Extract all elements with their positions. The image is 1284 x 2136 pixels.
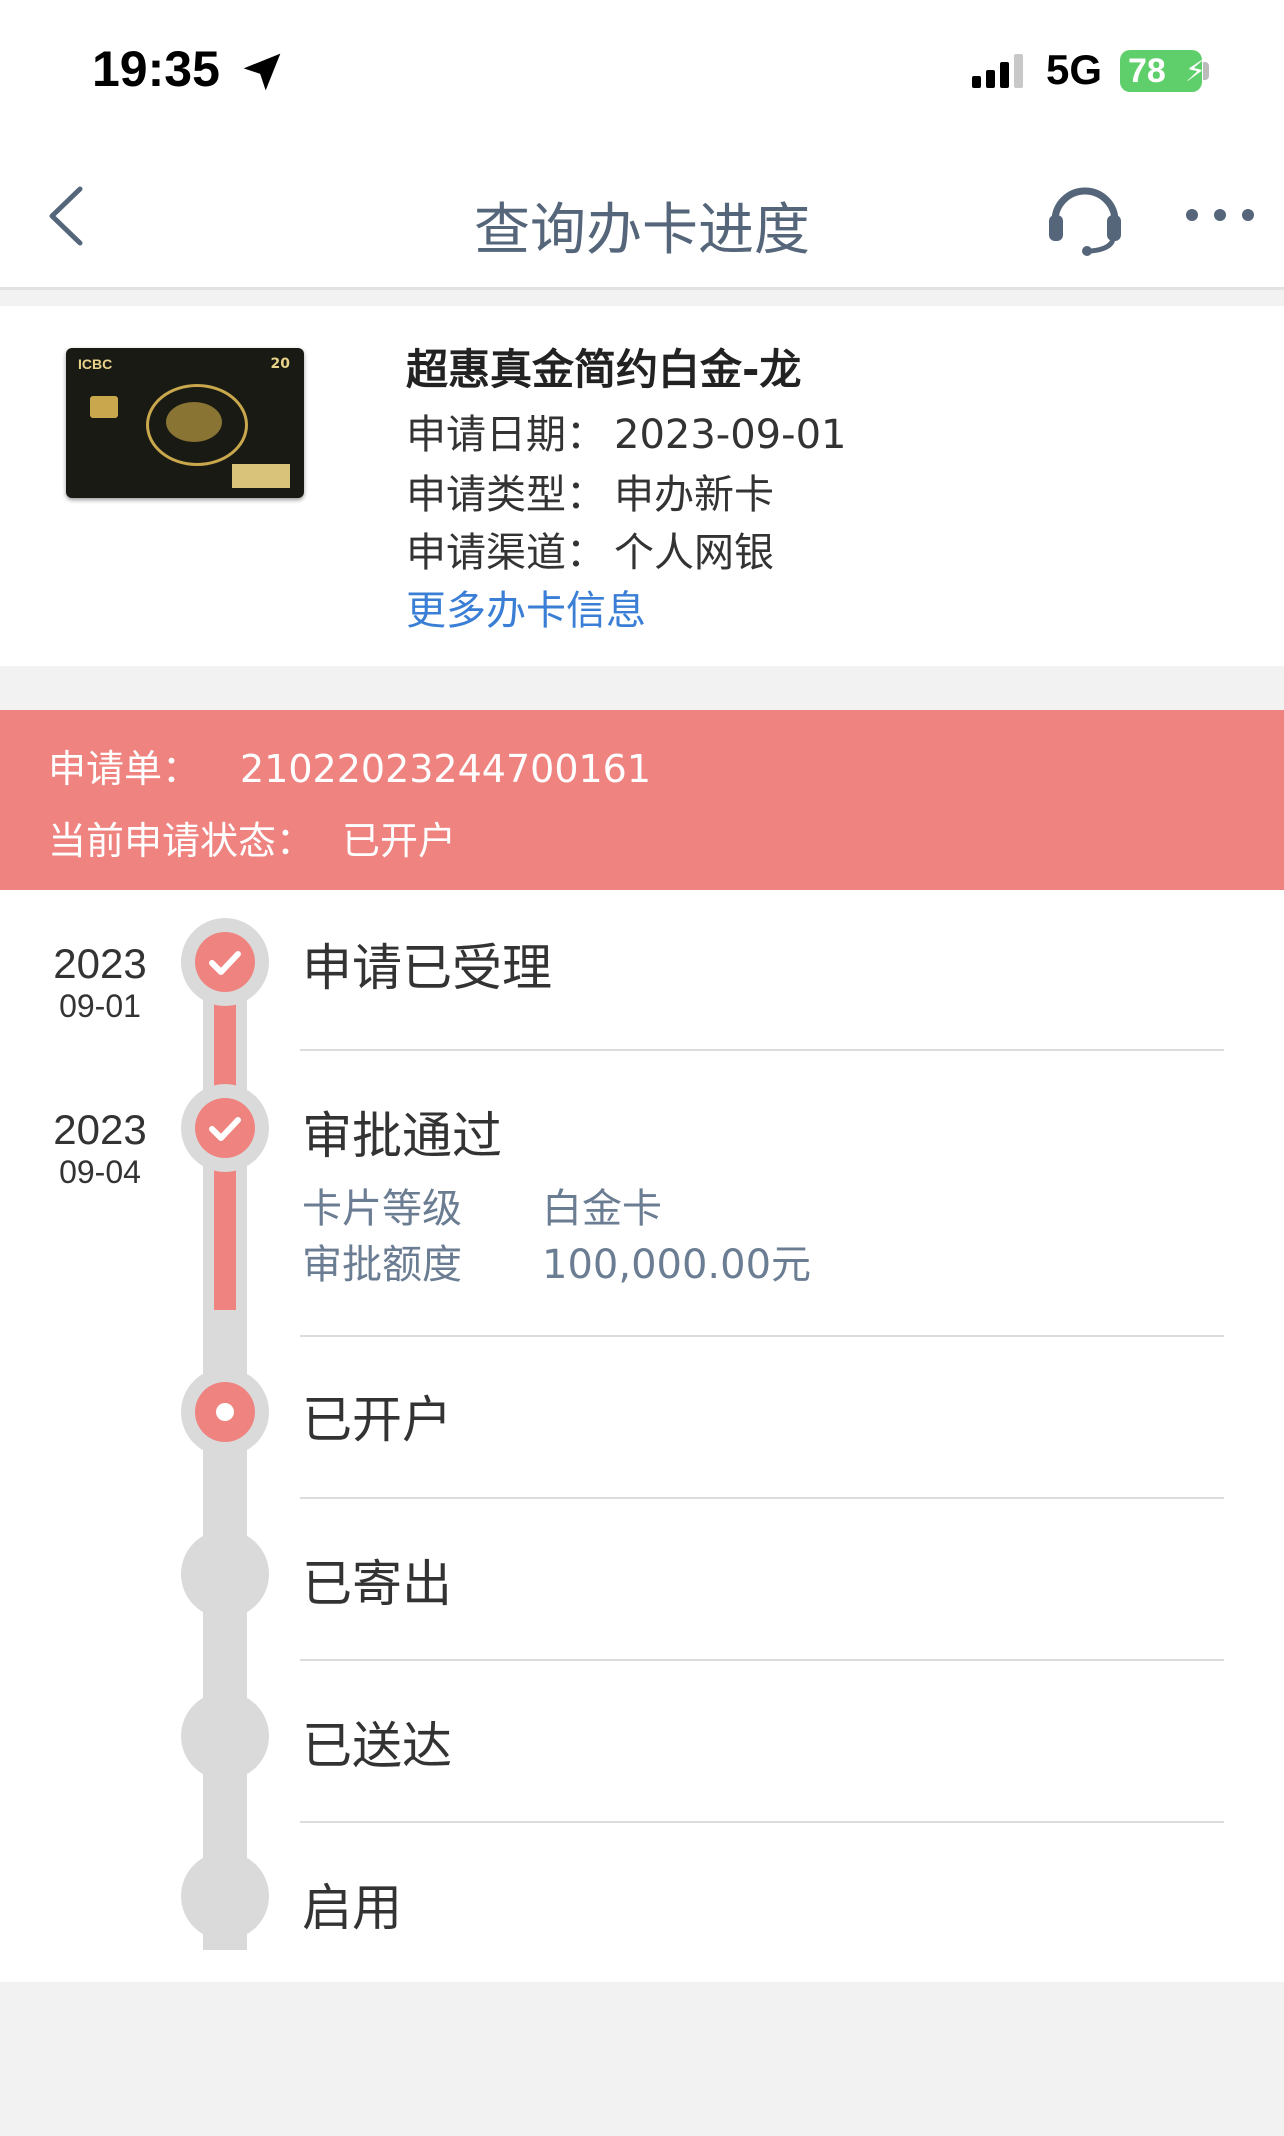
more-options-icon[interactable] (1180, 203, 1260, 227)
detail-key: 审批额度 (302, 1242, 462, 1288)
status-bar: 19:35 5G 78 ⚡ (0, 0, 1284, 145)
card-anniversary-mark: 20 (270, 356, 290, 372)
signal-strength-icon (972, 54, 1023, 88)
current-status-value: 已开户 (342, 819, 457, 863)
step-done-node (181, 1084, 269, 1172)
card-info-section: ICBC 20 超惠真金简约白金-龙 申请日期： 2023-09-01 申请类型：… (0, 306, 1284, 666)
application-status-banner: 申请单： 21022023244700161 当前申请状态： 已开户 (0, 710, 1284, 890)
detail-value: 白金卡 (542, 1186, 662, 1232)
apply-type-row: 申请类型： 申办新卡 (406, 462, 774, 520)
nav-bar: 查询办卡进度 (0, 145, 1284, 290)
apply-channel-value: 个人网银 (614, 530, 774, 576)
order-number-label: 申请单： (48, 747, 201, 791)
step-done-marker (195, 932, 255, 992)
apply-date-value: 2023-09-01 (614, 412, 847, 458)
step-month-day: 09-01 (59, 988, 141, 1024)
step-current-node (181, 1368, 269, 1456)
divider (300, 1659, 1224, 1661)
step-pending-node (181, 1852, 269, 1940)
battery-nub (1203, 62, 1209, 80)
order-number-row: 申请单： 21022023244700161 (48, 738, 651, 793)
step-label: 已送达 (302, 1717, 452, 1775)
step-date: 2023 09-04 (50, 1106, 150, 1191)
step-done-node (181, 918, 269, 1006)
current-dot-icon (216, 1403, 234, 1421)
step-label: 启用 (302, 1879, 402, 1937)
apply-date-row: 申请日期： 2023-09-01 (406, 402, 846, 460)
credit-card-image: ICBC 20 (66, 348, 304, 498)
approval-detail-row: 卡片等级 白金卡 (302, 1176, 662, 1234)
approval-detail-row: 审批额度 100,000.00元 (302, 1232, 811, 1290)
current-status-label: 当前申请状态： (48, 819, 315, 863)
step-pending-node (181, 1692, 269, 1780)
step-label: 已寄出 (302, 1555, 452, 1613)
divider (300, 1497, 1224, 1499)
apply-date-label: 申请日期： (406, 412, 606, 458)
step-label: 申请已受理 (302, 939, 552, 997)
divider (300, 1049, 1224, 1051)
card-chip-icon (90, 396, 118, 418)
card-network-logo (232, 464, 290, 488)
divider (300, 1335, 1224, 1337)
status-time: 19:35 (92, 41, 220, 97)
step-current-marker (195, 1382, 255, 1442)
current-status-row: 当前申请状态： 已开户 (48, 810, 456, 865)
battery-icon: 78 ⚡ (1120, 50, 1206, 92)
apply-channel-row: 申请渠道： 个人网银 (406, 520, 774, 578)
more-card-info-link[interactable]: 更多办卡信息 (406, 578, 646, 636)
step-date: 2023 09-01 (50, 940, 150, 1025)
detail-key: 卡片等级 (302, 1186, 462, 1232)
step-done-marker (195, 1098, 255, 1158)
progress-timeline: 2023 09-01 申请已受理 2023 09-04 审批通过 卡片等级 白金卡… (0, 890, 1284, 1982)
checkmark-icon (209, 951, 241, 975)
card-brand-logo: ICBC (78, 356, 113, 372)
apply-type-value: 申办新卡 (614, 472, 774, 518)
step-month-day: 09-04 (59, 1154, 141, 1190)
order-number-value: 21022023244700161 (240, 747, 652, 791)
step-pending-node (181, 1530, 269, 1618)
battery-level: 78 (1128, 52, 1166, 90)
card-dragon-center (166, 402, 222, 442)
step-year: 2023 (53, 940, 147, 987)
divider (300, 1821, 1224, 1823)
card-product-name: 超惠真金简约白金-龙 (406, 345, 802, 394)
step-label: 审批通过 (302, 1107, 502, 1165)
apply-type-label: 申请类型： (406, 472, 606, 518)
detail-value: 100,000.00元 (542, 1242, 812, 1288)
network-type: 5G (1046, 46, 1103, 93)
apply-channel-label: 申请渠道： (406, 530, 606, 576)
customer-service-headset-icon[interactable] (1045, 175, 1125, 257)
location-arrow-icon (243, 53, 281, 91)
step-year: 2023 (53, 1106, 147, 1153)
checkmark-icon (209, 1117, 241, 1141)
step-label: 已开户 (302, 1391, 452, 1449)
